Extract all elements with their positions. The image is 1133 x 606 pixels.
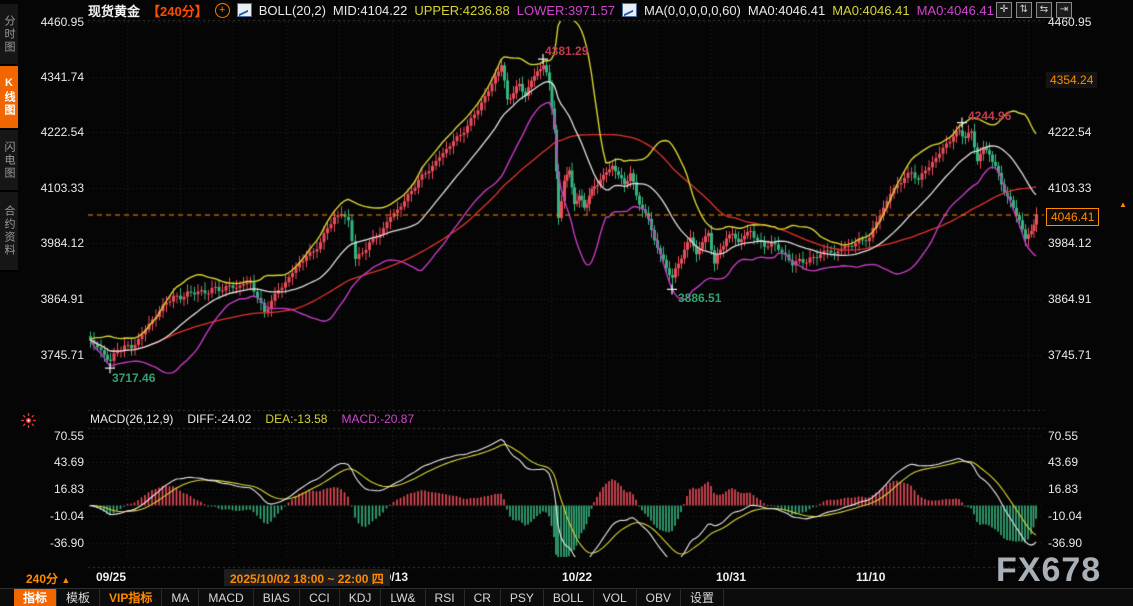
sidebar-item-kline[interactable]: K线图 [0,66,18,130]
price-tick: 3864.91 [34,292,84,306]
chart-tools: ✛ ⇅ ⇆ ⇥ [996,2,1072,18]
date-tick: 11/10 [856,570,885,584]
macd-macd-value: MACD:-20.87 [341,412,414,426]
bar-time-tooltip: 2025/10/02 18:00 ~ 22:00 四 [224,569,390,586]
ma-indicator-icon [622,3,637,17]
period-label[interactable]: 【240分】 [147,1,208,20]
tab-vol[interactable]: VOL [594,589,637,606]
symbol-name: 现货黄金 [88,1,140,20]
tab-rsi[interactable]: RSI [426,589,465,606]
tab-lwr[interactable]: LW& [381,589,425,606]
macd-tick: -36.90 [1048,536,1082,550]
price-tick: 4103.33 [34,181,84,195]
sidebar-item-contract-info[interactable]: 合约资料 [0,192,18,272]
fit-horizontal-icon[interactable]: ⇆ [1036,2,1052,18]
tab-kdj[interactable]: KDJ [340,589,382,606]
swing-low-annotation: 3886.51 [678,291,721,305]
date-tick: 10/31 [716,570,746,584]
tab-bias[interactable]: BIAS [254,589,300,606]
ma-value-1: MA0:4046.41 [748,3,825,18]
price-tick: 3984.12 [1048,236,1091,250]
tab-vip-indicator[interactable]: VIP指标 [100,589,162,606]
price-tick: 4222.54 [34,125,84,139]
sidebar-item-lightning[interactable]: 闪电图 [0,130,18,192]
ma-label: MA(0,0,0,0,0,60) [644,3,741,18]
chevron-up-icon: ▲ [61,575,70,585]
tab-template[interactable]: 模板 [57,589,100,606]
price-tick: 3984.12 [34,236,84,250]
macd-tick: 43.69 [1048,455,1078,469]
up-triangle-icon: ▲ [1119,200,1127,209]
swing-high-annotation: 4244.96 [968,109,1011,123]
tab-settings[interactable]: 设置 [681,589,724,606]
low-annotation: 3717.46 [112,371,155,385]
price-tick: 3745.71 [34,348,84,362]
brand-watermark: FX678 [996,551,1101,590]
macd-tick: -10.04 [1048,509,1082,523]
add-circle-icon[interactable]: + [215,3,230,18]
tab-boll[interactable]: BOLL [544,589,594,606]
price-tick: 4341.74 [34,70,84,84]
boll-lower-value: LOWER:3971.57 [517,3,615,18]
boll-label: BOLL(20,2) [259,3,326,18]
date-tick: 10/22 [562,570,592,584]
ma-value-3: MA0:4046.41 [917,3,994,18]
price-tick: 3745.71 [1048,348,1091,362]
tab-indicator[interactable]: 指标 [14,589,57,606]
macd-dea-value: DEA:-13.58 [265,412,327,426]
macd-tick: 43.69 [34,455,84,469]
fit-vertical-icon[interactable]: ⇅ [1016,2,1032,18]
sidebar-item-timeline[interactable]: 分时图 [0,4,18,66]
ma-value-2: MA0:4046.41 [832,3,909,18]
boll-upper-value: UPPER:4236.88 [414,3,509,18]
macd-diff-value: DIFF:-24.02 [187,412,251,426]
tab-cr[interactable]: CR [465,589,501,606]
price-tick: 4222.54 [1048,125,1091,139]
macd-tick: 70.55 [1048,429,1078,443]
go-latest-icon[interactable]: ⇥ [1056,2,1072,18]
macd-tick: -10.04 [34,509,84,523]
high-annotation: 4381.29 [545,44,588,58]
tab-ma[interactable]: MA [162,589,199,606]
price-tick: 4103.33 [1048,181,1091,195]
macd-tick: -36.90 [34,536,84,550]
alert-burst-icon[interactable] [21,413,36,428]
macd-tick: 16.83 [1048,482,1078,496]
macd-params: MACD(26,12,9) [90,412,173,426]
trading-app: 现货黄金 【240分】 + BOLL(20,2) MID:4104.22 UPP… [0,0,1133,606]
tab-cci[interactable]: CCI [300,589,340,606]
tab-obv[interactable]: OBV [637,589,681,606]
boll-mid-value: MID:4104.22 [333,3,407,18]
price-tick: 3864.91 [1048,292,1091,306]
period-selector[interactable]: 240分 ▲ [26,570,70,587]
last-price-tag: 4046.41 [1046,208,1099,226]
crosshair-icon[interactable]: ✛ [996,2,1012,18]
boll-indicator-icon [237,3,252,17]
chart-canvas[interactable] [0,0,1133,606]
date-tick: 09/25 [96,570,126,584]
tab-psy[interactable]: PSY [501,589,544,606]
price-tick: 4460.95 [34,15,84,29]
tab-macd[interactable]: MACD [199,589,253,606]
macd-header: MACD(26,12,9) DIFF:-24.02 DEA:-13.58 MAC… [90,412,414,426]
chart-header: 现货黄金 【240分】 + BOLL(20,2) MID:4104.22 UPP… [88,0,994,20]
price-tag-high: 4354.24 [1046,72,1097,88]
indicator-toolbar: 指标 模板 VIP指标 MA MACD BIAS CCI KDJ LW& RSI… [0,588,1133,606]
macd-tick: 70.55 [34,429,84,443]
macd-tick: 16.83 [34,482,84,496]
